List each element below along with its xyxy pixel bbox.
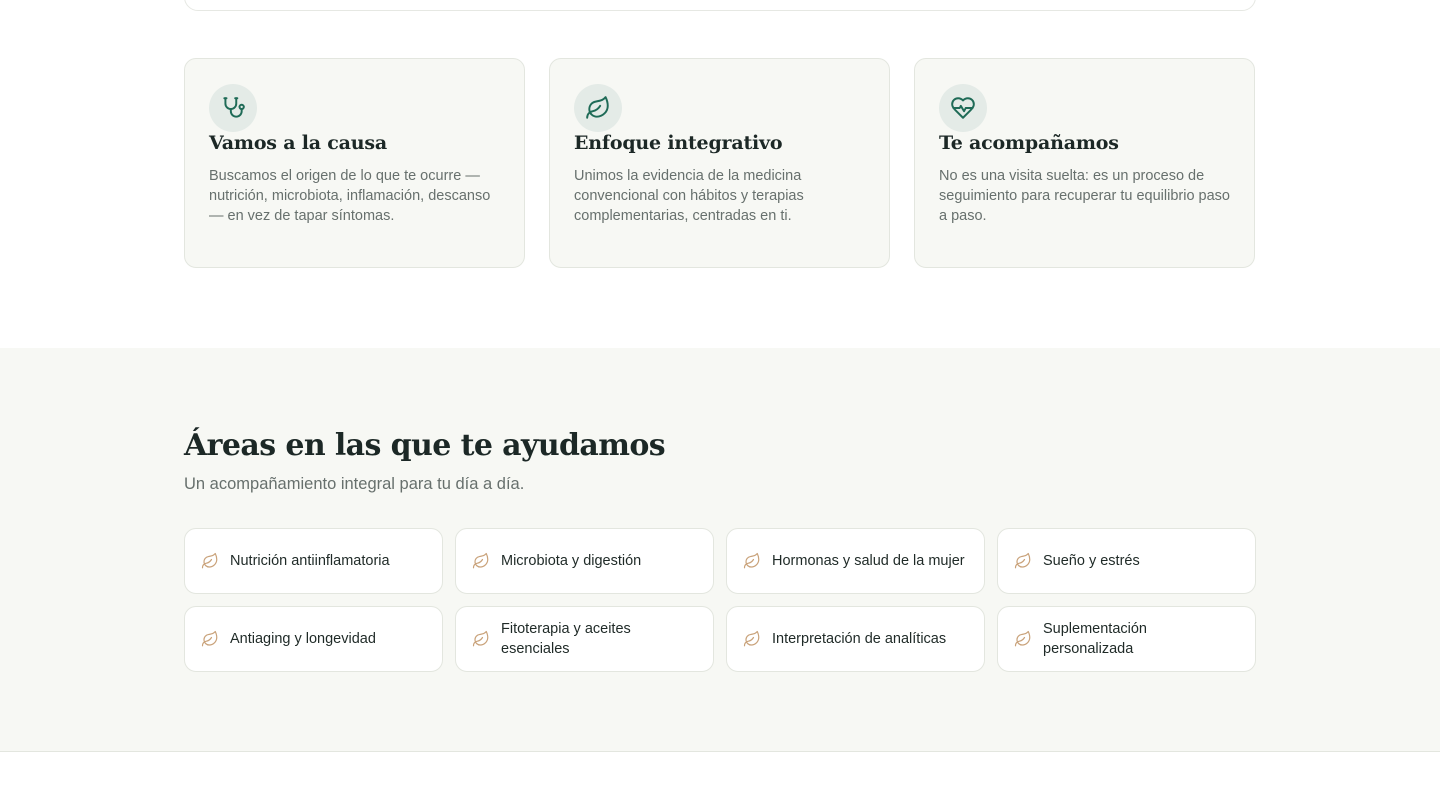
leaf-icon (472, 630, 489, 647)
area-item[interactable]: Antiaging y longevidad (184, 606, 443, 672)
area-item[interactable]: Suplementación personalizada (997, 606, 1256, 672)
feature-description: Unimos la evidencia de la medicina conve… (574, 168, 804, 224)
feature-card-accompany: Te acompañamos No es una visita suelta: … (914, 58, 1255, 268)
feature-title: Te acompañamos (939, 132, 1119, 154)
feature-description: Buscamos el origen de lo que te ocurre —… (209, 168, 491, 224)
areas-grid: Nutrición antiinflamatoria Microbiota y … (184, 528, 1256, 672)
area-label: Fitoterapia y aceites esenciales (501, 621, 631, 657)
leaf-icon (1014, 630, 1031, 647)
area-label: Hormonas y salud de la mujer (772, 553, 965, 569)
stethoscope-icon (209, 84, 257, 132)
leaf-icon (743, 630, 760, 647)
area-label: Antiaging y longevidad (230, 631, 376, 647)
leaf-icon (472, 552, 489, 569)
leaf-icon (201, 630, 218, 647)
section-title: Áreas en las que te ayudamos (184, 428, 666, 463)
leaf-icon (743, 552, 760, 569)
feature-title: Vamos a la causa (209, 132, 387, 154)
heart-pulse-icon (939, 84, 987, 132)
area-label: Sueño y estrés (1043, 553, 1140, 569)
feature-card-cause: Vamos a la causa Buscamos el origen de l… (184, 58, 525, 268)
section-subtitle: Un acompañamiento integral para tu día a… (184, 475, 525, 493)
area-item[interactable]: Hormonas y salud de la mujer (726, 528, 985, 594)
area-label: Interpretación de analíticas (772, 631, 947, 647)
leaf-icon (574, 84, 622, 132)
area-item[interactable]: Sueño y estrés (997, 528, 1256, 594)
features-section: Vamos a la causa Buscamos el origen de l… (184, 58, 1256, 268)
feature-card-integrative: Enfoque integrativo Unimos la evidencia … (549, 58, 890, 268)
leaf-icon (1014, 552, 1031, 569)
area-label: Nutrición antiinflamatoria (230, 553, 390, 569)
area-item[interactable]: Fitoterapia y aceites esenciales (455, 606, 714, 672)
area-item[interactable]: Microbiota y digestión (455, 528, 714, 594)
area-item[interactable]: Interpretación de analíticas (726, 606, 985, 672)
feature-description: No es una visita suelta: es un proceso d… (939, 168, 1230, 224)
area-item[interactable]: Nutrición antiinflamatoria (184, 528, 443, 594)
leaf-icon (201, 552, 218, 569)
previous-card-edge (184, 0, 1256, 11)
feature-title: Enfoque integrativo (574, 132, 783, 154)
area-label: Suplementación personalizada (1043, 621, 1147, 657)
area-label: Microbiota y digestión (501, 553, 642, 569)
areas-section: Áreas en las que te ayudamos Un acompaña… (0, 348, 1440, 752)
